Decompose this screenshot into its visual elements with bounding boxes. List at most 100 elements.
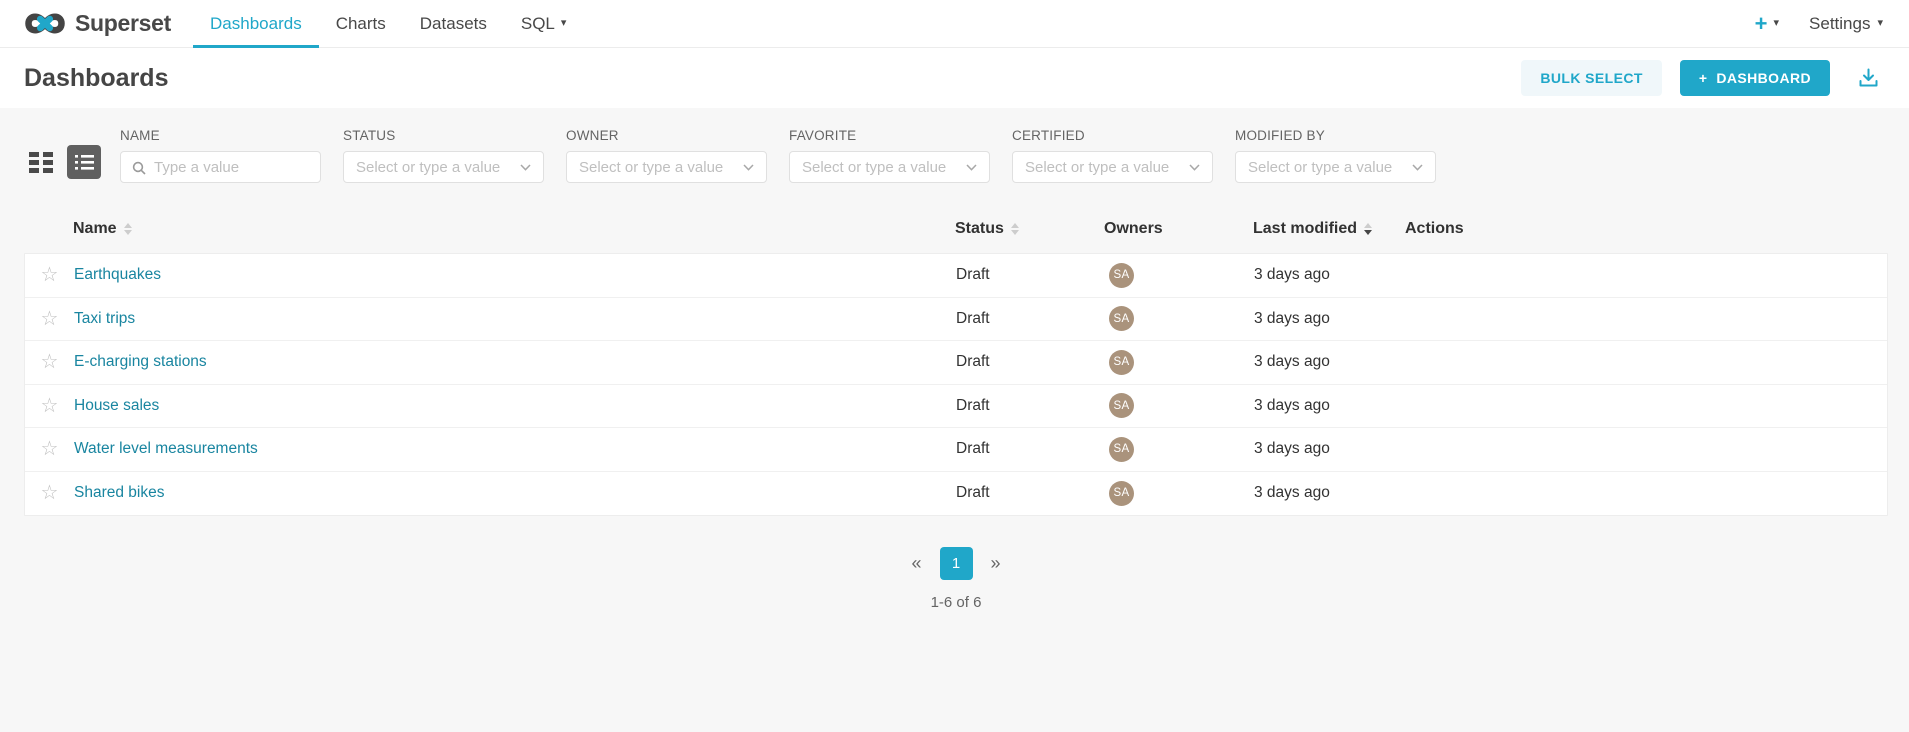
superset-logo[interactable]: Superset — [24, 0, 171, 47]
filter-bar: NAME STATUS Select or type a value OWNE — [24, 128, 1888, 183]
status-cell: Draft — [956, 310, 1105, 328]
owner-filter-select[interactable]: Select or type a value — [566, 151, 767, 183]
table-header-row: Name Status Owners Last modified Actions — [24, 205, 1888, 253]
last-modified-cell: 3 days ago — [1254, 484, 1406, 502]
caret-down-icon: ▾ — [561, 18, 567, 29]
navbar-right: + ▾ Settings ▾ — [1755, 0, 1883, 47]
sort-desc-icon — [1364, 223, 1372, 235]
favorite-filter-select[interactable]: Select or type a value — [789, 151, 990, 183]
nav-item-sql[interactable]: SQL ▾ — [504, 0, 584, 47]
filter-name: NAME — [120, 128, 321, 183]
table-body: ☆ Earthquakes Draft SA 3 days ago ☆ Taxi… — [24, 253, 1888, 516]
favorite-star-icon[interactable]: ☆ — [41, 396, 59, 416]
nav-item-datasets[interactable]: Datasets — [403, 0, 504, 47]
name-filter-input[interactable] — [121, 152, 320, 182]
status-cell: Draft — [956, 353, 1105, 371]
new-dashboard-button[interactable]: + DASHBOARD — [1680, 60, 1830, 96]
content-area: NAME STATUS Select or type a value OWNE — [0, 108, 1909, 732]
chevron-down-icon — [1189, 164, 1200, 171]
owner-avatar[interactable]: SA — [1109, 393, 1134, 418]
last-modified-cell: 3 days ago — [1254, 266, 1406, 284]
filter-label: CERTIFIED — [1012, 128, 1213, 143]
favorite-star-icon[interactable]: ☆ — [41, 309, 59, 329]
filter-favorite: FAVORITE Select or type a value — [789, 128, 990, 183]
settings-menu[interactable]: Settings ▾ — [1809, 14, 1883, 34]
view-mode-toggle — [24, 145, 101, 183]
nav-item-dashboards[interactable]: Dashboards — [193, 0, 319, 47]
filter-owner: OWNER Select or type a value — [566, 128, 767, 183]
last-modified-cell: 3 days ago — [1254, 397, 1406, 415]
last-modified-cell: 3 days ago — [1254, 353, 1406, 371]
dashboard-link[interactable]: Shared bikes — [74, 484, 164, 501]
dashboard-link[interactable]: Water level measurements — [74, 440, 258, 457]
download-icon — [1856, 66, 1881, 90]
card-view-icon — [29, 152, 53, 173]
column-header-status[interactable]: Status — [955, 220, 1104, 238]
plus-icon: + — [1755, 13, 1768, 35]
owner-avatar[interactable]: SA — [1109, 263, 1134, 288]
table-row: ☆ Taxi trips Draft SA 3 days ago — [25, 298, 1887, 342]
chevron-down-icon — [743, 164, 754, 171]
chevron-down-icon — [1412, 164, 1423, 171]
sort-icon — [124, 223, 132, 235]
last-modified-cell: 3 days ago — [1254, 310, 1406, 328]
import-dashboards-button[interactable] — [1854, 64, 1883, 92]
next-page-button[interactable]: » — [983, 549, 1009, 578]
dashboards-table: Name Status Owners Last modified Actions… — [24, 205, 1888, 516]
owner-avatar[interactable]: SA — [1109, 306, 1134, 331]
favorite-star-icon[interactable]: ☆ — [41, 265, 59, 285]
bulk-select-button[interactable]: BULK SELECT — [1521, 60, 1661, 96]
dashboard-link[interactable]: House sales — [74, 397, 159, 414]
page-title: Dashboards — [24, 64, 168, 93]
status-filter-select[interactable]: Select or type a value — [343, 151, 544, 183]
brand-name: Superset — [75, 10, 171, 37]
modified-by-filter-select[interactable]: Select or type a value — [1235, 151, 1436, 183]
table-row: ☆ Water level measurements Draft SA 3 da… — [25, 428, 1887, 472]
dashboard-link[interactable]: E-charging stations — [74, 353, 207, 370]
table-row: ☆ House sales Draft SA 3 days ago — [25, 385, 1887, 429]
card-view-button[interactable] — [24, 145, 58, 179]
page-header: Dashboards BULK SELECT + DASHBOARD — [0, 48, 1909, 108]
owner-avatar[interactable]: SA — [1109, 437, 1134, 462]
filter-modified-by: MODIFIED BY Select or type a value — [1235, 128, 1436, 183]
dashboard-link[interactable]: Taxi trips — [74, 310, 135, 327]
column-header-actions: Actions — [1405, 220, 1888, 238]
table-row: ☆ E-charging stations Draft SA 3 days ag… — [25, 341, 1887, 385]
filter-label: STATUS — [343, 128, 544, 143]
column-header-owners: Owners — [1104, 220, 1253, 238]
status-cell: Draft — [956, 266, 1105, 284]
nav-menu: Dashboards Charts Datasets SQL ▾ — [193, 0, 583, 47]
owner-avatar[interactable]: SA — [1109, 350, 1134, 375]
top-navbar: Superset Dashboards Charts Datasets SQL … — [0, 0, 1909, 48]
filter-status: STATUS Select or type a value — [343, 128, 544, 183]
column-header-name[interactable]: Name — [73, 220, 955, 238]
favorite-star-icon[interactable]: ☆ — [41, 439, 59, 459]
caret-down-icon: ▾ — [1774, 18, 1780, 29]
filter-label: FAVORITE — [789, 128, 990, 143]
favorite-star-icon[interactable]: ☆ — [41, 352, 59, 372]
chevron-down-icon — [520, 164, 531, 171]
header-actions: BULK SELECT + DASHBOARD — [1521, 60, 1883, 96]
status-cell: Draft — [956, 397, 1105, 415]
filter-certified: CERTIFIED Select or type a value — [1012, 128, 1213, 183]
column-header-last-modified[interactable]: Last modified — [1253, 220, 1405, 238]
favorite-star-icon[interactable]: ☆ — [41, 483, 59, 503]
new-item-menu[interactable]: + ▾ — [1755, 13, 1779, 35]
previous-page-button[interactable]: « — [903, 549, 929, 578]
page-1-button[interactable]: 1 — [940, 547, 973, 580]
last-modified-cell: 3 days ago — [1254, 440, 1406, 458]
list-view-icon — [75, 155, 94, 170]
status-cell: Draft — [956, 484, 1105, 502]
pagination: « 1 » — [24, 547, 1888, 580]
filter-label: NAME — [120, 128, 321, 143]
list-view-button[interactable] — [67, 145, 101, 179]
caret-down-icon: ▾ — [1877, 18, 1883, 29]
certified-filter-select[interactable]: Select or type a value — [1012, 151, 1213, 183]
filter-label: OWNER — [566, 128, 767, 143]
owner-avatar[interactable]: SA — [1109, 481, 1134, 506]
nav-item-charts[interactable]: Charts — [319, 0, 403, 47]
plus-icon: + — [1699, 70, 1708, 86]
sort-icon — [1011, 223, 1019, 235]
status-cell: Draft — [956, 440, 1105, 458]
dashboard-link[interactable]: Earthquakes — [74, 266, 161, 283]
